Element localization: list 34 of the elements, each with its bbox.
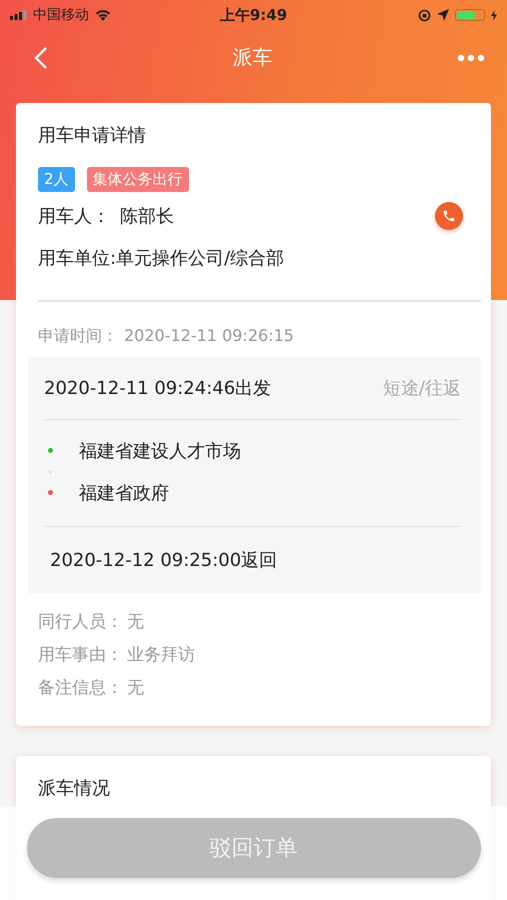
user-label: 用车人： [38,205,110,228]
user-name: 陈部长 [120,205,175,228]
rotation-lock-icon [418,8,431,22]
card-title: 用车申请详情 [38,124,147,147]
back-icon [34,46,48,70]
detail-value: 无 [127,676,144,698]
departure-time: 2020-12-11 09:24:46出发 [44,376,272,400]
location-arrow-icon [437,9,449,21]
page-title: 派车 [232,44,272,71]
detail-label: 用车事由： [38,644,123,666]
detail-value: 无 [127,610,144,632]
call-button[interactable] [435,202,463,230]
detail-label: 备注信息： [38,676,123,698]
stop-name: 福建省政府 [79,482,169,504]
charging-icon [491,10,497,20]
clock-time: 上午9:49 [220,6,288,24]
battery-icon [455,9,485,21]
detail-label: 同行人员： [38,610,123,632]
card-title: 派车情况 [38,776,111,800]
trip-type: 短途/往返 [382,376,461,400]
apply-time-label: 申请时间： [38,326,118,346]
detail-value: 业务拜访 [127,644,195,666]
phone-icon [442,209,456,223]
carrier-name: 中国移动 [33,6,89,24]
signal-icon [10,10,27,20]
chevron-icon [48,470,53,474]
tag: 集体公务出行 [86,167,189,192]
unit-text: 用车单位:单元操作公司/综合部 [38,247,286,270]
more-icon [457,54,485,62]
wifi-icon [95,9,111,21]
tag: 2人 [38,167,75,192]
stop-name: 福建省建设人才市场 [79,440,241,462]
apply-time: 2020-12-11 09:26:15 [124,326,294,346]
return-time: 2020-12-12 09:25:00返回 [49,548,278,572]
